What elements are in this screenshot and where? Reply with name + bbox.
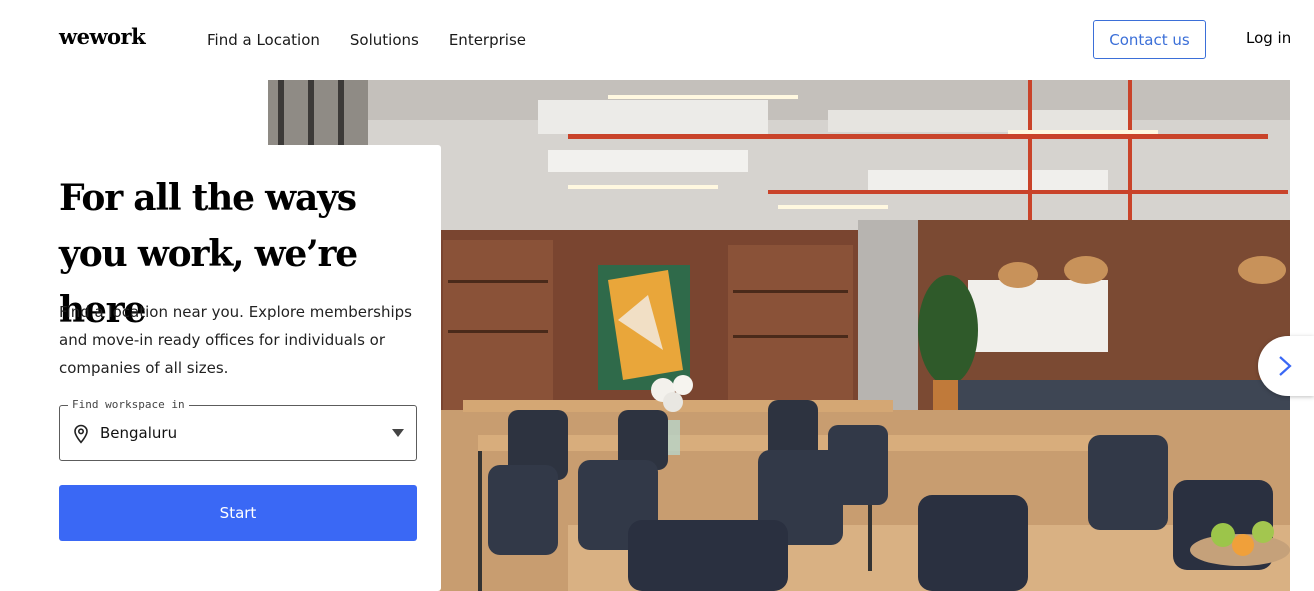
hero-description: Find a location near you. Explore member…: [59, 303, 412, 377]
nav-find-a-location[interactable]: Find a Location: [207, 31, 320, 49]
nav-enterprise[interactable]: Enterprise: [449, 31, 526, 49]
chevron-right-icon: [1279, 356, 1292, 376]
carousel-next-button[interactable]: [1258, 336, 1314, 396]
selected-city: Bengaluru: [100, 424, 178, 442]
login-link[interactable]: Log in: [1246, 29, 1291, 47]
nav-solutions[interactable]: Solutions: [350, 31, 419, 49]
workspace-field-label: Find workspace in: [68, 398, 189, 411]
wework-logo[interactable]: wework: [59, 24, 146, 49]
contact-us-button[interactable]: Contact us: [1093, 20, 1206, 59]
dropdown-caret-icon[interactable]: [392, 429, 404, 437]
main-nav: Find a Location Solutions Enterprise: [207, 31, 556, 49]
start-button[interactable]: Start: [59, 485, 417, 541]
map-pin-icon: [74, 424, 88, 444]
